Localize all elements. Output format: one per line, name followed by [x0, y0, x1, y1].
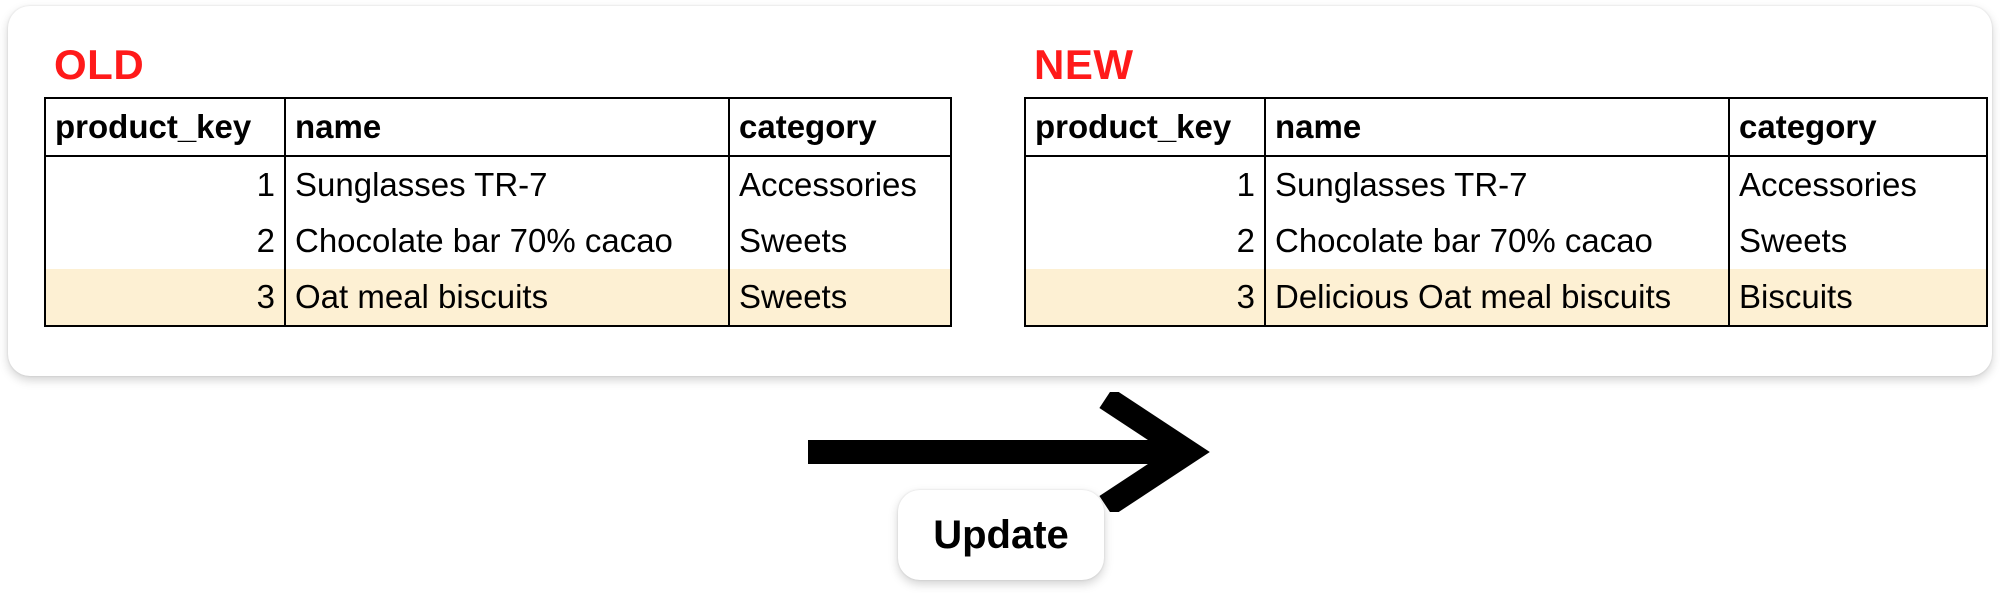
cell-name: Chocolate bar 70% cacao [284, 213, 730, 269]
cell-name: Oat meal biscuits [284, 269, 730, 327]
table-row: 1 Sunglasses TR-7 Accessories [44, 156, 952, 213]
new-title: NEW [1034, 41, 1134, 88]
cell-name: Sunglasses TR-7 [284, 156, 730, 213]
cell-product-key: 2 [44, 213, 286, 269]
old-title: OLD [54, 41, 145, 88]
new-table: product_key name category 1 Sunglasses T… [1024, 97, 1988, 327]
update-label: Update [898, 490, 1104, 580]
cell-category: Accessories [1728, 156, 1988, 213]
table-header-row: product_key name category [44, 97, 952, 157]
cell-category: Biscuits [1728, 269, 1988, 327]
cell-product-key: 1 [1024, 156, 1266, 213]
comparison-card: OLD product_key name category 1 Sunglass… [8, 6, 1992, 376]
column-header: category [728, 97, 952, 157]
column-header: name [1264, 97, 1730, 157]
cell-name: Sunglasses TR-7 [1264, 156, 1730, 213]
cell-category: Sweets [728, 213, 952, 269]
table-row: 2 Chocolate bar 70% cacao Sweets [1024, 213, 1988, 269]
old-table: product_key name category 1 Sunglasses T… [44, 97, 952, 327]
cell-product-key: 2 [1024, 213, 1266, 269]
cell-name: Delicious Oat meal biscuits [1264, 269, 1730, 327]
column-header: name [284, 97, 730, 157]
table-header-row: product_key name category [1024, 97, 1988, 157]
table-row: 2 Chocolate bar 70% cacao Sweets [44, 213, 952, 269]
cell-category: Accessories [728, 156, 952, 213]
cell-product-key: 3 [1024, 269, 1266, 327]
table-row-highlighted: 3 Delicious Oat meal biscuits Biscuits [1024, 269, 1988, 327]
table-row: 1 Sunglasses TR-7 Accessories [1024, 156, 1988, 213]
column-header: product_key [1024, 97, 1266, 157]
cell-category: Sweets [728, 269, 952, 327]
cell-product-key: 1 [44, 156, 286, 213]
cell-category: Sweets [1728, 213, 1988, 269]
column-header: product_key [44, 97, 286, 157]
cell-product-key: 3 [44, 269, 286, 327]
table-row-highlighted: 3 Oat meal biscuits Sweets [44, 269, 952, 327]
column-header: category [1728, 97, 1988, 157]
cell-name: Chocolate bar 70% cacao [1264, 213, 1730, 269]
